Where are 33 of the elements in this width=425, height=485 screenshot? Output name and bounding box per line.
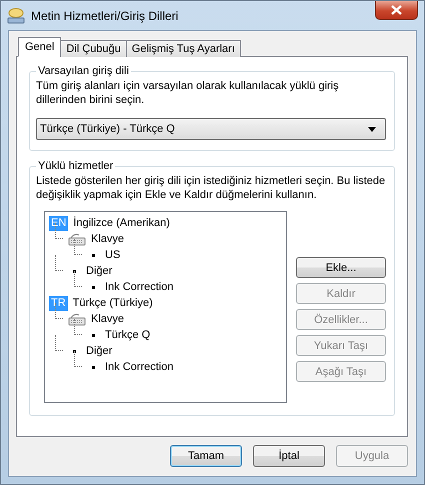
tree-item[interactable]: Ink Correction: [105, 361, 174, 373]
bullet-icon: [73, 350, 76, 352]
tree-item[interactable]: Klavye: [91, 313, 124, 325]
dialog-button[interactable]: İptal: [253, 445, 325, 467]
tree-item[interactable]: Klavye: [91, 233, 124, 245]
description-text: Tüm giriş alanları için varsayılan olarak kullanılacak yüklü giriş dillerinden birini seçin.: [36, 79, 340, 107]
group-title: Varsayılan giriş dili: [37, 65, 130, 77]
language-badge: EN: [49, 216, 68, 230]
window-title: Metin Hizmetleri/Giriş Dilleri: [31, 8, 178, 22]
tree-item[interactable]: Diğer: [86, 265, 112, 277]
language-badge: TR: [49, 296, 68, 310]
description-text: Listede gösterilen her giriş dili için istediğiniz hizmetleri seçin. Bu listede değişiklik yapmak için Ekle ve Kaldır düğmelerini kullanın.: [36, 174, 386, 202]
close-button[interactable]: [375, 1, 418, 20]
tree-item[interactable]: Ink Correction: [105, 281, 174, 293]
tab[interactable]: Genel: [18, 37, 62, 57]
tree-item[interactable]: Diğer: [86, 345, 112, 357]
tree-item[interactable]: Türkçe (Türkiye): [72, 297, 153, 309]
bullet-icon: [73, 270, 76, 272]
language-dropdown[interactable]: Türkçe (Türkiye) - Türkçe Q: [36, 118, 386, 140]
bullet-icon: [92, 366, 95, 368]
group-title: Yüklü hizmetler: [37, 160, 114, 172]
tree-item[interactable]: İngilizce (Amerikan): [73, 217, 170, 229]
tab[interactable]: Dil Çubuğu: [60, 40, 127, 57]
close-icon: [391, 5, 402, 15]
dropdown-arrow-icon: [368, 126, 376, 132]
tree-item[interactable]: Türkçe Q: [105, 329, 150, 341]
bullet-icon: [92, 254, 95, 256]
dialog-button[interactable]: Tamam: [170, 445, 242, 467]
action-button[interactable]: Ekle...: [296, 257, 386, 278]
tab[interactable]: Gelişmiş Tuş Ayarları: [126, 40, 241, 57]
bullet-icon: [92, 286, 95, 288]
tree-item[interactable]: US: [105, 249, 120, 261]
bullet-icon: [92, 334, 95, 336]
